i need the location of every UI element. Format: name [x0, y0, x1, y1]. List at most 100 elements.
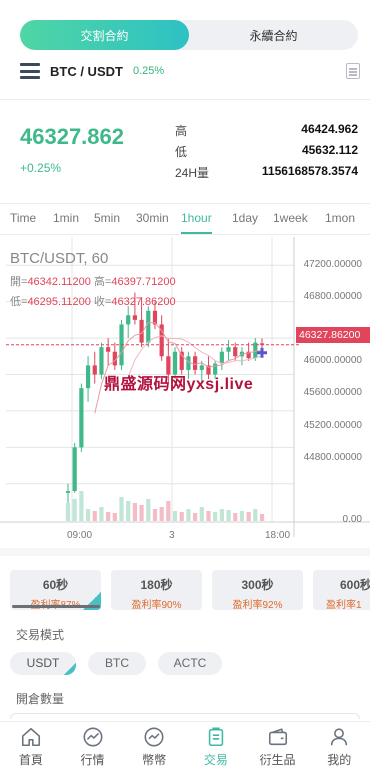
mode-actc[interactable]: ACTC	[158, 652, 222, 675]
last-price: 46327.862	[20, 124, 124, 149]
candle-body	[233, 347, 238, 357]
nav-market[interactable]: 行情	[62, 722, 124, 771]
card-title: 600秒	[340, 578, 370, 592]
y-tick: 46000.00000	[303, 355, 362, 366]
card-rate: 盈利率1	[326, 600, 362, 610]
bottom-nav: 首頁 行情 幣幣 交易 衍生品 我的	[0, 721, 370, 771]
chart-ohlc-top: 開=46342.11200 高=46397.71200	[10, 273, 176, 289]
stat-high-label: 高	[175, 124, 188, 138]
tab-1mon[interactable]: 1mon	[325, 204, 355, 234]
volume-bar	[119, 497, 124, 521]
menu-icon[interactable]	[20, 63, 40, 79]
nav-mine[interactable]: 我的	[308, 722, 370, 771]
y-tick: 47200.00000	[303, 259, 362, 270]
volume-bar	[219, 509, 224, 521]
volume-bar	[72, 499, 77, 521]
volume-bar	[79, 491, 84, 521]
y-tick: 45200.00000	[303, 420, 362, 431]
x-tick: 18:00	[265, 530, 291, 541]
clipboard-icon[interactable]	[346, 63, 360, 79]
mode-usdt[interactable]: USDT	[10, 652, 76, 675]
candle-body	[85, 365, 91, 389]
volume-bar	[172, 511, 178, 521]
volume-bar	[92, 511, 97, 521]
candle-body	[219, 351, 224, 364]
candle-body	[65, 491, 71, 493]
close-value: 46327.86200	[111, 296, 176, 308]
quantity-input[interactable]	[10, 713, 360, 719]
candle-body	[186, 356, 191, 370]
price-change: +0.25%	[20, 161, 62, 175]
stat-volume-label: 24H量	[175, 166, 210, 180]
volume-bar	[213, 512, 218, 521]
candle-body	[92, 365, 97, 375]
interval-tabs: Time 1min 5min 30min 1hour 1day 1week 1m…	[0, 203, 370, 235]
candle-body	[226, 347, 231, 352]
volume-bar	[65, 503, 71, 521]
volume-bar	[199, 507, 204, 521]
high-label: 高=	[93, 276, 112, 288]
mode-label: USDT	[26, 656, 60, 670]
trade-card-60s[interactable]: 60秒 盈利率87%	[10, 570, 101, 610]
volume-bar	[186, 509, 191, 521]
home-icon	[21, 727, 40, 746]
stat-low-label: 低	[175, 145, 188, 159]
card-rate: 盈利率92%	[232, 600, 283, 610]
nav-coin[interactable]: 幣幣	[123, 722, 185, 771]
volume-bar	[132, 503, 137, 521]
current-price-tag: 46327.86200	[296, 327, 370, 343]
nav-label: 幣幣	[142, 752, 167, 767]
card-title: 180秒	[140, 578, 173, 592]
nav-home[interactable]: 首頁	[0, 722, 62, 771]
nav-derivatives[interactable]: 衍生品	[247, 722, 309, 771]
mode-btc[interactable]: BTC	[88, 652, 146, 675]
market-icon	[83, 727, 102, 746]
volume-bar	[112, 513, 117, 521]
stat-high-value: 46424.962	[301, 122, 358, 136]
nav-label: 首頁	[18, 752, 43, 767]
candle-body	[132, 315, 137, 320]
pair-header: BTC / USDT 0.25%	[20, 60, 360, 82]
volume-bar	[179, 512, 184, 521]
mode-label: BTC	[105, 656, 129, 670]
contract-type-switch: 交割合約 永續合約	[20, 20, 358, 50]
tab-1hour[interactable]: 1hour	[181, 204, 212, 234]
volume-bar	[206, 511, 211, 521]
trade-card-180s[interactable]: 180秒 盈利率90%	[111, 570, 202, 610]
volume-bar	[253, 509, 258, 521]
volume-bar	[259, 514, 265, 521]
volume-bar	[126, 501, 131, 521]
pair-change: 0.25%	[132, 65, 165, 77]
tab-time[interactable]: Time	[10, 204, 36, 234]
trade-card-300s[interactable]: 300秒 盈利率92%	[212, 570, 303, 610]
tab-perpetual-contract[interactable]: 永續合約	[189, 20, 358, 50]
y-tick: 44800.00000	[303, 452, 362, 463]
candle-body	[72, 447, 77, 492]
low-label: 低=	[10, 296, 28, 308]
stat-volume-value: 1156168578.3574	[261, 164, 358, 178]
tab-1day[interactable]: 1day	[232, 204, 258, 234]
candle-body	[106, 347, 111, 352]
trade-card-600s[interactable]: 600秒 盈利率1	[313, 570, 370, 610]
nav-trade[interactable]: 交易	[185, 722, 247, 771]
nav-label: 交易	[203, 752, 228, 767]
pair-symbol[interactable]: BTC / USDT	[50, 64, 123, 79]
kline-chart[interactable]: BTC/USDT, 60 開=46342.11200 高=46397.71200…	[0, 237, 370, 547]
card-title: 60秒	[42, 578, 69, 592]
nav-label: 行情	[80, 752, 105, 767]
volume-bar	[193, 513, 198, 521]
volume-bar	[226, 510, 231, 521]
divider	[0, 99, 370, 100]
volume-bar	[233, 513, 238, 521]
open-value: 46342.11200	[27, 276, 91, 288]
mode-label: ACTC	[173, 656, 207, 670]
nav-label: 我的	[327, 752, 352, 767]
tab-5min[interactable]: 5min	[94, 204, 120, 234]
high-value: 46397.71200	[111, 276, 176, 288]
tab-delivery-contract[interactable]: 交割合約	[20, 20, 189, 50]
open-quantity-label: 開倉數量	[16, 692, 65, 706]
tab-1week[interactable]: 1week	[273, 204, 308, 234]
tab-30min[interactable]: 30min	[136, 204, 169, 234]
wallet-icon	[268, 727, 287, 745]
tab-1min[interactable]: 1min	[53, 204, 79, 234]
